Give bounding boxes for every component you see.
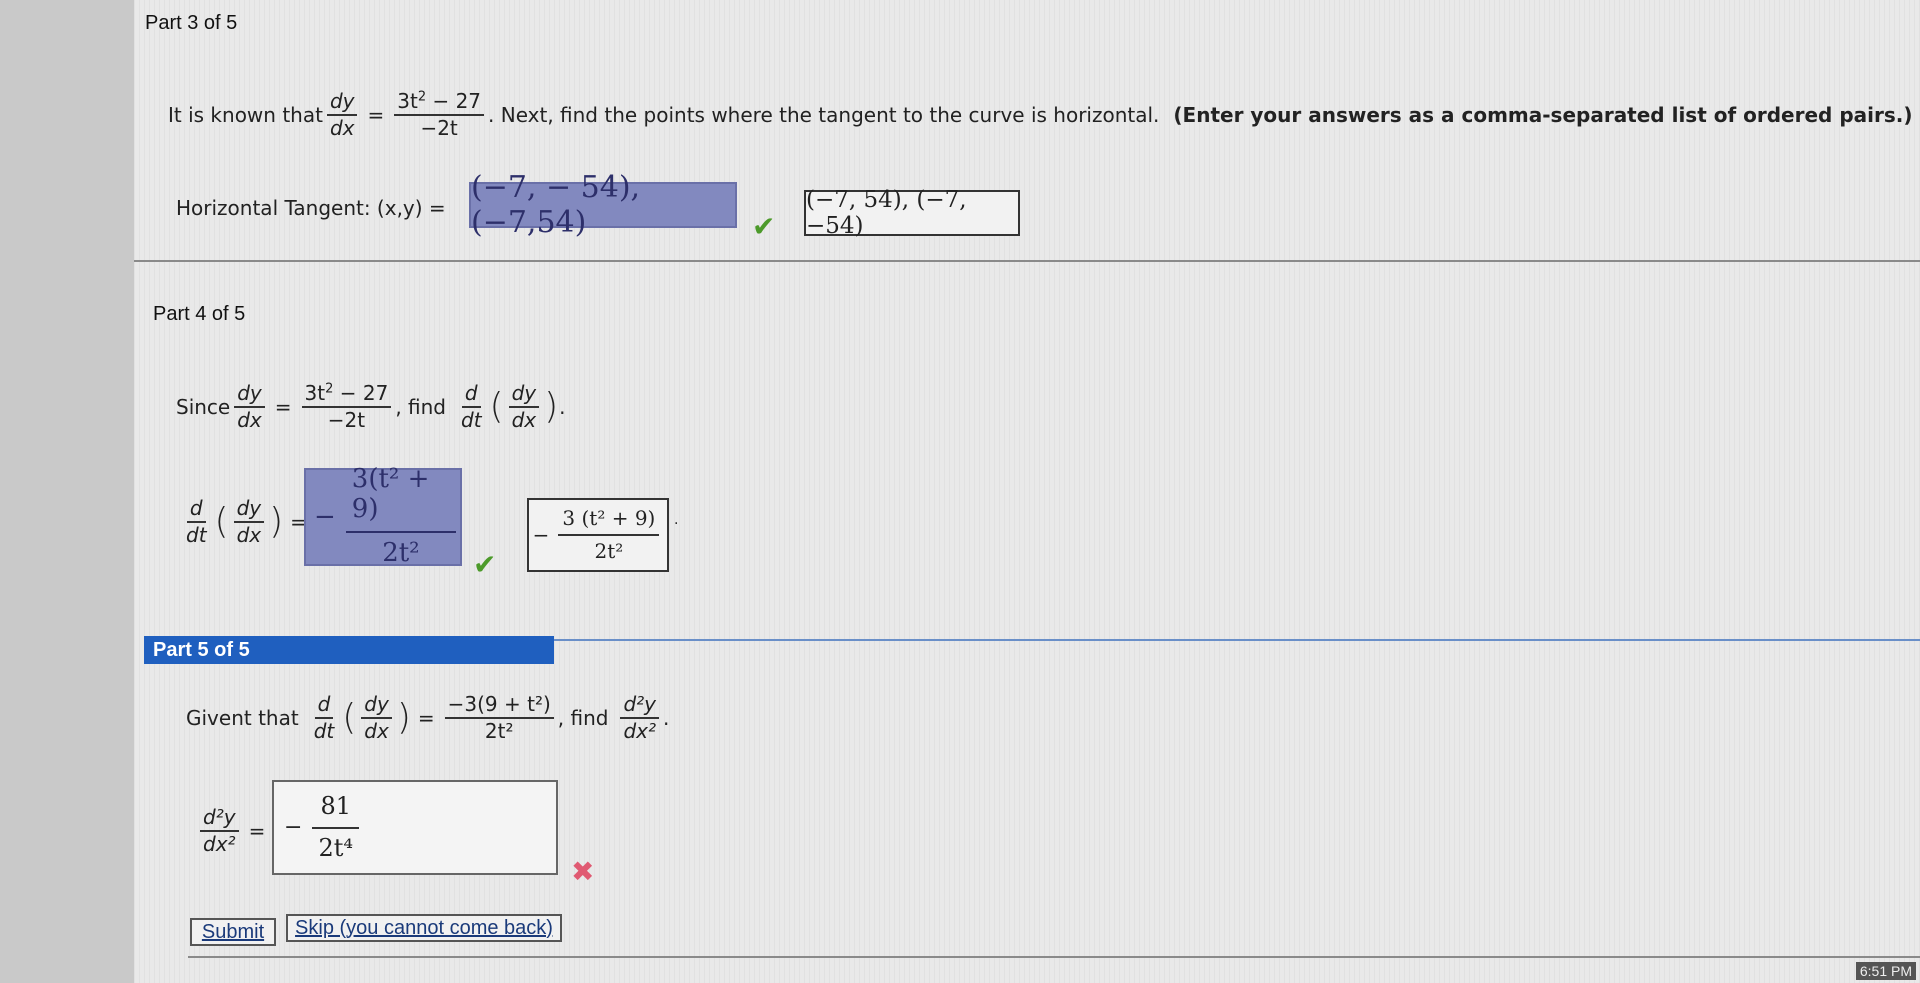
second-derivative-input[interactable]: − 3(t² + 9) 2t² [304,464,462,569]
part4-label: Part 4 of 5 [153,303,246,325]
part5-header-rule [554,639,1920,641]
bottom-divider [188,956,1920,958]
part4-lhs: d dt ( dy dx ) = [179,497,313,547]
check-icon: ✔ [473,548,497,581]
derivative-fraction: 3t2 − 27 −2t [301,381,392,432]
clock: 6:51 PM [1855,962,1916,980]
part3-intro: It is known that [168,103,323,127]
d2y-dx2-fraction: d²y dx² [200,806,239,856]
part5-lhs: d²y dx² = [196,806,271,856]
answer-fraction: 3(t² + 9) 2t² [345,464,456,569]
dy-dx-fraction: dy dx [234,382,265,432]
part5-header: Part 5 of 5 [144,636,554,664]
part5-answer-input[interactable]: − 81 2t⁴ [272,780,558,875]
correct-fraction: 3 (t² + 9) 2t² [558,507,660,563]
horizontal-tangent-input[interactable]: (−7, − 54),(−7,54) [469,170,737,240]
skip-button[interactable]: Skip (you cannot come back) [286,914,562,942]
d-dt-fraction: d dt [313,692,335,743]
horizontal-tangent-label: Horizontal Tangent: (x,y) = [176,196,446,220]
part3-correct-answer: (−7, 54), (−7, −54) [804,187,1020,239]
assignment-page: Part 3 of 5 It is known that dy dx = 3t2… [134,0,1920,983]
d-dt-fraction: d dt [186,496,207,547]
d-dt-fraction: d dt [461,381,482,432]
part3-question: . Next, find the points where the tangen… [488,103,1160,127]
submit-button[interactable]: Submit [190,918,276,946]
dy-dx-fraction: dy dx [326,90,358,140]
answer-fraction: 81 2t⁴ [312,792,359,862]
part5-label: Part 5 of 5 [153,639,250,661]
check-icon: ✔ [752,210,776,243]
given-fraction: −3(9 + t²) 2t² [444,693,554,743]
part3-instruction: (Enter your answers as a comma-separated… [1173,103,1913,127]
derivative-fraction: 3t2 − 27 −2t [394,89,485,140]
part5-statement: Givent that d dt ( dy dx ) = −3(9 + t²) … [186,692,670,743]
dy-dx-fraction: dy dx [361,693,392,743]
part3-label: Part 3 of 5 [145,12,238,34]
dy-dx-fraction: dy dx [508,382,540,432]
part3-statement: It is known that dy dx = 3t2 − 27 −2t . … [168,89,1913,140]
cross-icon: ✖ [571,855,595,888]
dy-dx-fraction: dy dx [233,497,265,547]
section-divider [134,260,1920,262]
part4-statement: Since dy dx = 3t2 − 27 −2t , find d dt (… [176,381,566,432]
part4-correct-answer: − 3 (t² + 9) 2t² [527,498,669,572]
d2y-dx2-fraction: d²y dx² [620,693,660,743]
